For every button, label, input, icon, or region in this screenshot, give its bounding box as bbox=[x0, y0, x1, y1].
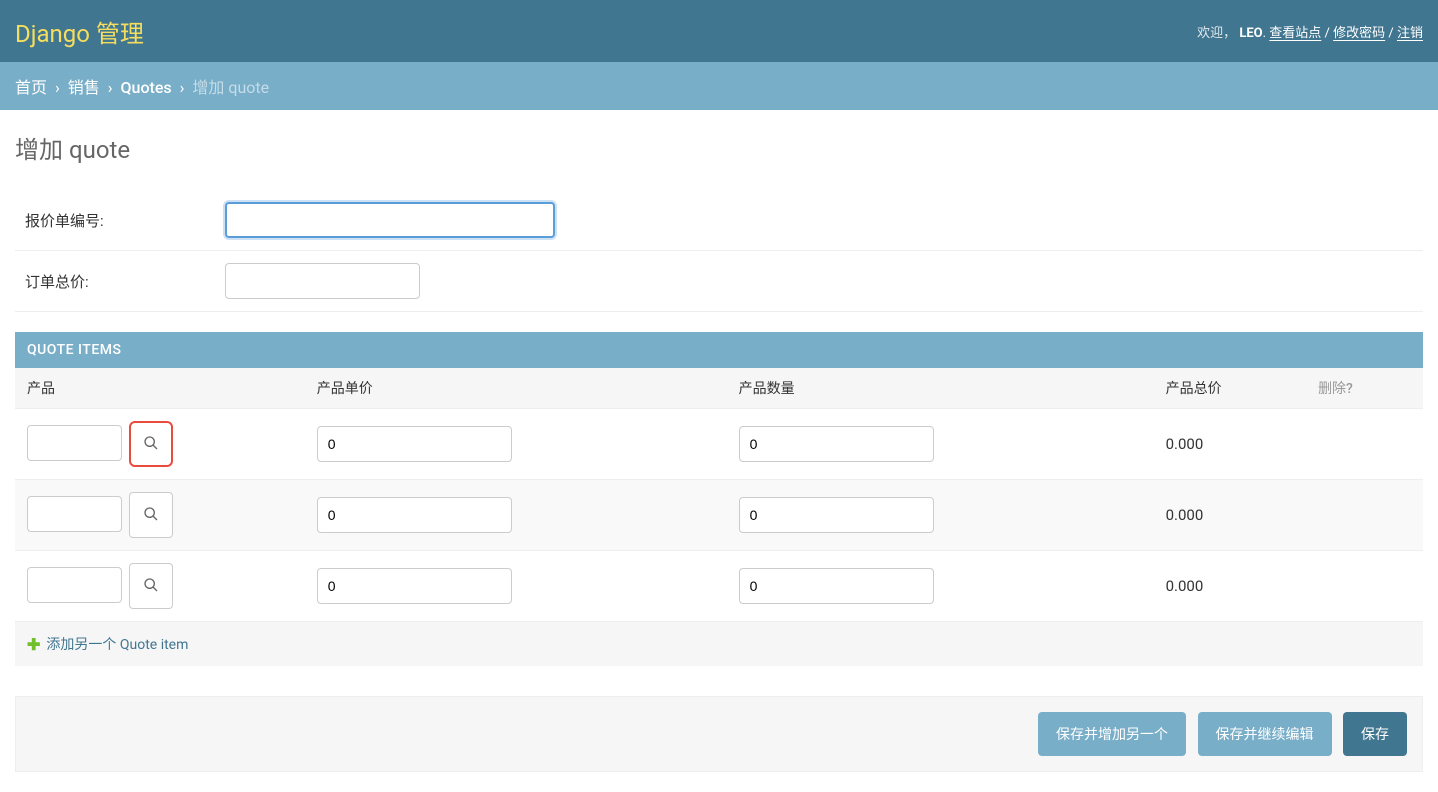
breadcrumb-current: 增加 quote bbox=[192, 78, 269, 97]
product-input[interactable] bbox=[27, 496, 122, 532]
col-unit-price: 产品单价 bbox=[305, 368, 727, 409]
content: 增加 quote 报价单编号: 订单总价: QUOTE ITEMS 产品 产品单… bbox=[0, 110, 1438, 792]
search-icon bbox=[143, 506, 159, 525]
breadcrumb-home[interactable]: 首页 bbox=[15, 78, 47, 97]
page-title: 增加 quote bbox=[15, 130, 1423, 165]
brand-title[interactable]: Django 管理 bbox=[15, 14, 144, 49]
unit-price-input[interactable] bbox=[317, 426, 512, 462]
quantity-input[interactable] bbox=[739, 426, 934, 462]
table-row: 0.000 bbox=[15, 551, 1423, 622]
add-row: ✚ 添加另一个 Quote item bbox=[15, 622, 1423, 666]
welcome-text: 欢迎， bbox=[1197, 26, 1236, 41]
logout-link[interactable]: 注销 bbox=[1397, 26, 1423, 41]
col-delete: 删除? bbox=[1306, 368, 1423, 409]
table-row: 0.000 bbox=[15, 409, 1423, 480]
quote-number-label: 报价单编号: bbox=[25, 210, 225, 231]
inline-header: QUOTE ITEMS bbox=[15, 332, 1423, 368]
breadcrumb-sales[interactable]: 销售 bbox=[68, 78, 100, 97]
change-password-link[interactable]: 修改密码 bbox=[1333, 26, 1385, 41]
col-total: 产品总价 bbox=[1154, 368, 1306, 409]
search-icon bbox=[143, 577, 159, 596]
save-continue-button[interactable]: 保存并继续编辑 bbox=[1198, 712, 1332, 756]
user-tools: 欢迎， LEO. 查看站点 / 修改密码 / 注销 bbox=[1197, 22, 1423, 41]
product-lookup-button[interactable] bbox=[129, 421, 173, 467]
quantity-input[interactable] bbox=[739, 568, 934, 604]
breadcrumb: 首页 › 销售 › Quotes › 增加 quote bbox=[0, 62, 1438, 110]
product-lookup-button[interactable] bbox=[129, 492, 173, 538]
unit-price-input[interactable] bbox=[317, 568, 512, 604]
table-row: 0.000 bbox=[15, 480, 1423, 551]
username: LEO bbox=[1239, 26, 1262, 41]
submit-row: 保存并增加另一个 保存并继续编辑 保存 bbox=[15, 696, 1423, 772]
quote-number-input[interactable] bbox=[225, 202, 555, 238]
row-total: 0.000 bbox=[1154, 551, 1306, 622]
breadcrumb-quotes[interactable]: Quotes bbox=[121, 78, 172, 97]
form-row-order-total: 订单总价: bbox=[15, 251, 1423, 312]
search-icon bbox=[143, 435, 159, 454]
add-another-link[interactable]: ✚ 添加另一个 Quote item bbox=[27, 634, 188, 654]
plus-icon: ✚ bbox=[27, 635, 40, 654]
col-product: 产品 bbox=[15, 368, 305, 409]
view-site-link[interactable]: 查看站点 bbox=[1269, 26, 1321, 41]
form-row-quote-number: 报价单编号: bbox=[15, 190, 1423, 251]
save-button[interactable]: 保存 bbox=[1343, 712, 1407, 756]
row-total: 0.000 bbox=[1154, 480, 1306, 551]
header: Django 管理 欢迎， LEO. 查看站点 / 修改密码 / 注销 bbox=[0, 0, 1438, 62]
product-input[interactable] bbox=[27, 425, 122, 461]
col-quantity: 产品数量 bbox=[727, 368, 1154, 409]
breadcrumb-separator: › bbox=[176, 78, 189, 97]
add-another-label: 添加另一个 Quote item bbox=[46, 634, 188, 654]
save-add-another-button[interactable]: 保存并增加另一个 bbox=[1038, 712, 1186, 756]
product-lookup-button[interactable] bbox=[129, 563, 173, 609]
quantity-input[interactable] bbox=[739, 497, 934, 533]
order-total-input[interactable] bbox=[225, 263, 420, 299]
row-total: 0.000 bbox=[1154, 409, 1306, 480]
breadcrumb-separator: › bbox=[51, 78, 64, 97]
order-total-label: 订单总价: bbox=[25, 271, 225, 292]
inline-table: 产品 产品单价 产品数量 产品总价 删除? bbox=[15, 368, 1423, 622]
breadcrumb-separator: › bbox=[104, 78, 117, 97]
unit-price-input[interactable] bbox=[317, 497, 512, 533]
inline-group: QUOTE ITEMS 产品 产品单价 产品数量 产品总价 删除? bbox=[15, 332, 1423, 666]
product-input[interactable] bbox=[27, 567, 122, 603]
